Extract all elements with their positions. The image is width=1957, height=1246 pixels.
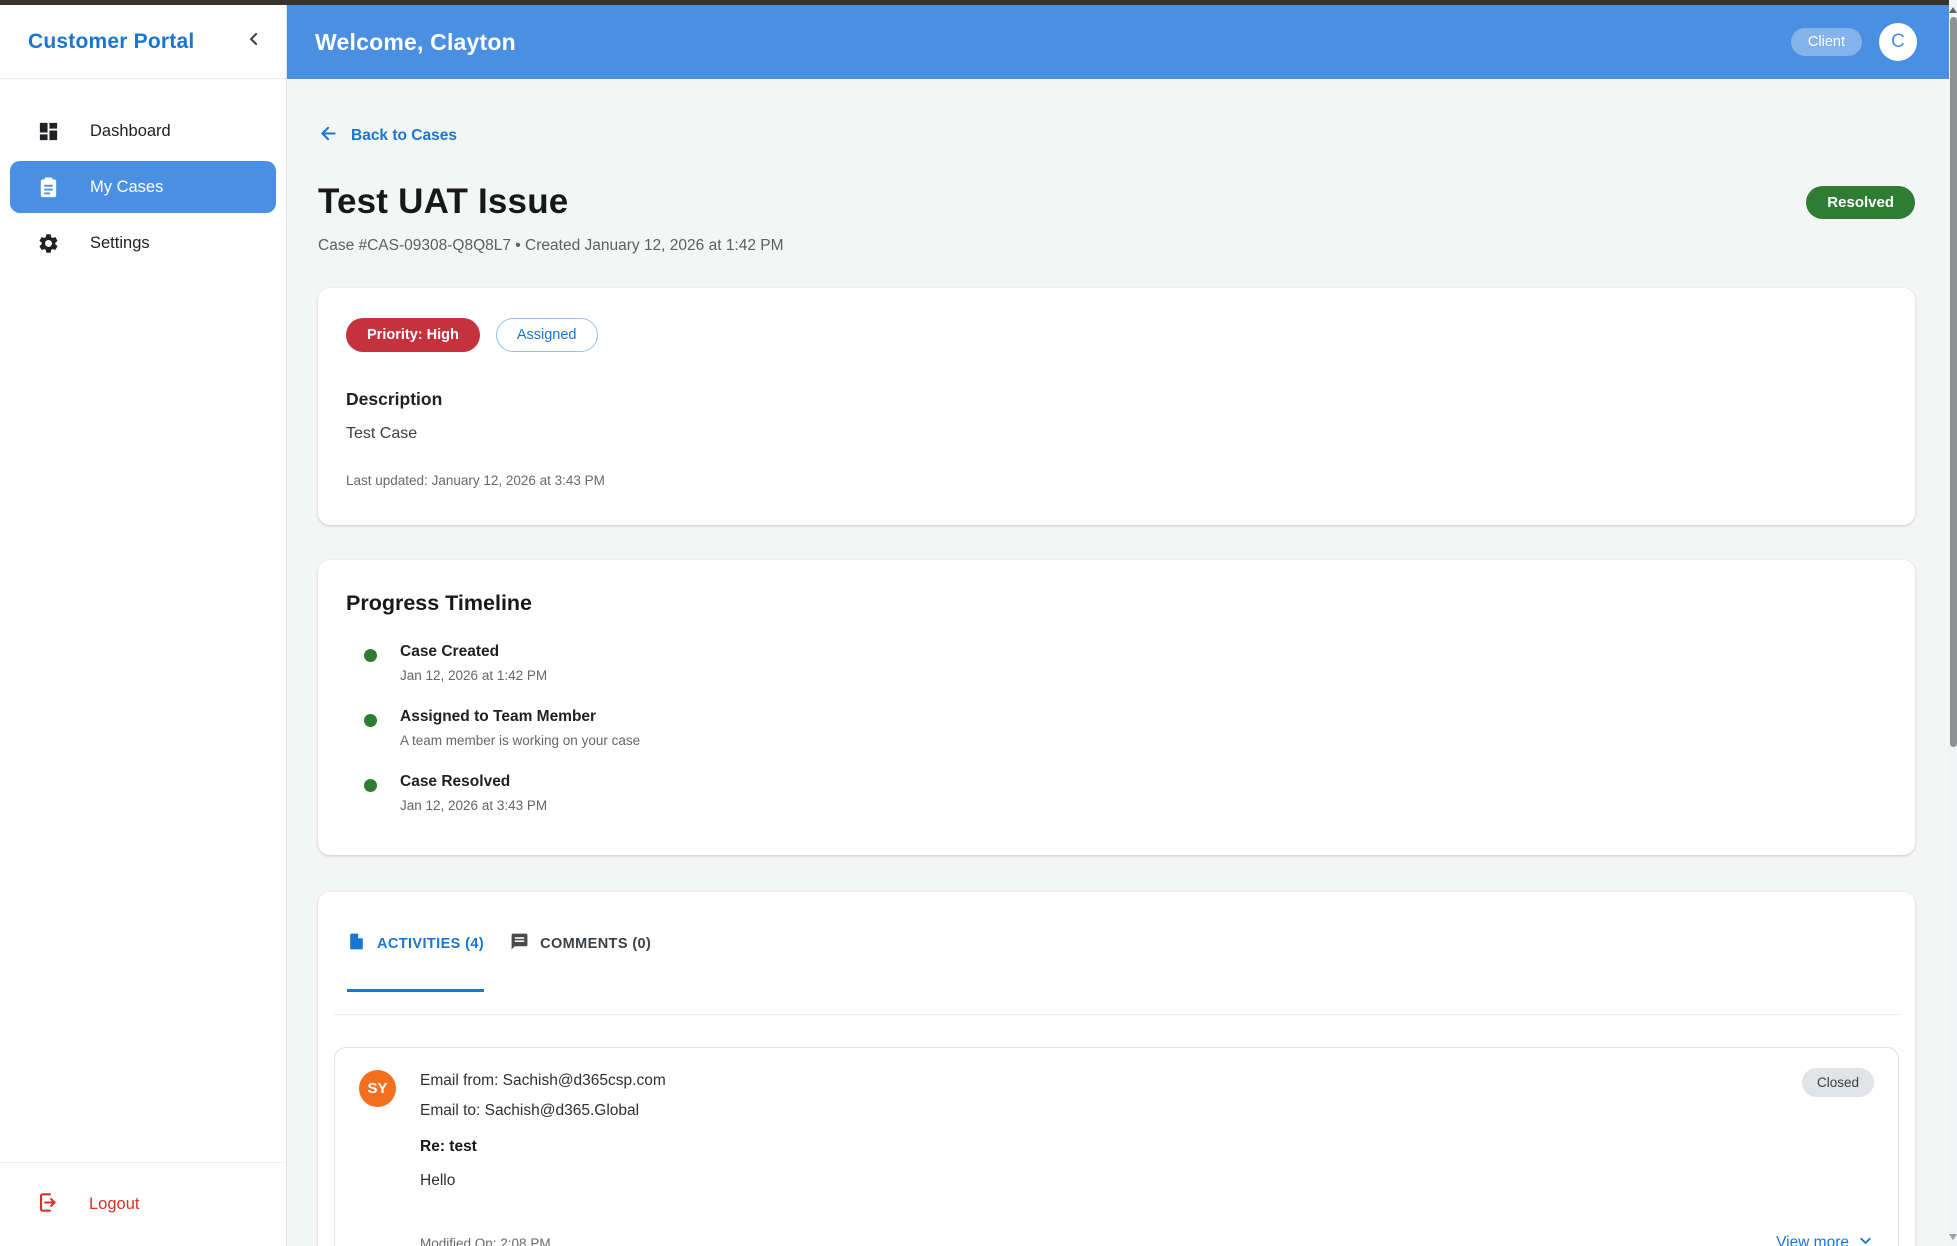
timeline-event-text: Case Created Jan 12, 2026 at 1:42 PM [400, 643, 547, 683]
back-to-cases-link[interactable]: Back to Cases [318, 123, 457, 149]
activity-body: Hello [420, 1172, 1874, 1190]
tab-label: ACTIVITIES (4) [377, 936, 484, 952]
timeline-event: Assigned to Team Member A team member is… [364, 708, 1887, 748]
user-avatar[interactable]: C [1879, 23, 1917, 61]
activity-email-to: Email to: Sachish@d365.Global [420, 1102, 1874, 1120]
case-meta: Case #CAS-09308-Q8Q8L7 • Created January… [318, 237, 1915, 255]
role-badge: Client [1791, 28, 1862, 56]
chevron-down-icon [1857, 1232, 1874, 1246]
case-details-card: Priority: High Assigned Description Test… [318, 288, 1915, 525]
logout-label: Logout [89, 1195, 139, 1214]
activity-content: Email from: Sachish@d365csp.com Email to… [420, 1070, 1874, 1246]
sidebar-item-label: Dashboard [90, 122, 171, 141]
activity-modified-on: Modified On: 2:08 PM [420, 1236, 551, 1246]
assigned-chip: Assigned [496, 318, 598, 352]
timeline-event-subtitle: Jan 12, 2026 at 1:42 PM [400, 668, 547, 683]
arrow-left-icon [318, 123, 339, 149]
sidebar-nav: Dashboard My Cases Set [0, 79, 286, 269]
activities-card: ACTIVITIES (4) COMMENTS (0) SY [318, 892, 1915, 1246]
page-title: Test UAT Issue [318, 182, 568, 222]
timeline-event-title: Case Resolved [400, 773, 547, 791]
timeline-event: Case Resolved Jan 12, 2026 at 3:43 PM [364, 773, 1887, 813]
back-link-label: Back to Cases [351, 127, 457, 145]
timeline-event-text: Case Resolved Jan 12, 2026 at 3:43 PM [400, 773, 547, 813]
timeline-dot-icon [364, 779, 377, 792]
clipboard-icon [36, 175, 60, 199]
timeline-dot-icon [364, 649, 377, 662]
customer-portal-app: Customer Portal Dashboard [0, 0, 1957, 1246]
timeline-heading: Progress Timeline [346, 591, 1887, 616]
sidebar: Customer Portal Dashboard [0, 5, 287, 1246]
main-content: Back to Cases Test UAT Issue Resolved Ca… [287, 79, 1949, 1246]
welcome-text: Welcome, Clayton [315, 29, 516, 56]
tabs-divider [334, 1014, 1899, 1015]
timeline: Case Created Jan 12, 2026 at 1:42 PM Ass… [346, 643, 1887, 813]
timeline-event-title: Assigned to Team Member [400, 708, 640, 726]
activity-email-from: Email from: Sachish@d365csp.com [420, 1072, 1874, 1090]
priority-badge: Priority: High [346, 318, 480, 352]
view-more-link[interactable]: View more [1776, 1232, 1874, 1246]
activity-subject: Re: test [420, 1138, 1874, 1156]
tabs-bar: ACTIVITIES (4) COMMENTS (0) [334, 932, 1899, 992]
activity-status-badge: Closed [1802, 1068, 1874, 1097]
timeline-event-text: Assigned to Team Member A team member is… [400, 708, 640, 748]
sidebar-item-my-cases[interactable]: My Cases [10, 161, 276, 213]
vertical-scrollbar[interactable] [1949, 0, 1957, 1246]
status-badge: Resolved [1806, 186, 1915, 219]
tab-label: COMMENTS (0) [540, 936, 651, 952]
view-more-label: View more [1776, 1234, 1849, 1246]
dashboard-grid-icon [36, 119, 60, 143]
gear-icon [36, 231, 60, 255]
scrollbar-up-arrow-icon[interactable] [1949, 7, 1957, 13]
document-icon [347, 932, 366, 955]
progress-timeline-card: Progress Timeline Case Created Jan 12, 2… [318, 560, 1915, 855]
timeline-dot-icon [364, 714, 377, 727]
header-right: Client C [1791, 23, 1917, 61]
timeline-event-subtitle: A team member is working on your case [400, 733, 640, 748]
sidebar-item-dashboard[interactable]: Dashboard [10, 105, 276, 157]
logout-button[interactable]: Logout [0, 1162, 286, 1246]
window-top-edge [0, 0, 1949, 5]
activity-footer: Modified On: 2:08 PM View more [420, 1232, 1874, 1246]
timeline-event: Case Created Jan 12, 2026 at 1:42 PM [364, 643, 1887, 683]
timeline-event-title: Case Created [400, 643, 547, 661]
chevron-left-icon [244, 29, 264, 54]
activity-avatar: SY [359, 1070, 396, 1107]
sidebar-header: Customer Portal [0, 5, 286, 79]
scrollbar-thumb[interactable] [1950, 17, 1957, 747]
badges-row: Priority: High Assigned [346, 318, 1887, 352]
tab-comments[interactable]: COMMENTS (0) [510, 932, 651, 992]
chat-bubble-icon [510, 932, 529, 955]
description-heading: Description [346, 389, 1887, 410]
logout-icon [36, 1191, 59, 1219]
title-row: Test UAT Issue Resolved [318, 182, 1915, 222]
activity-item: SY Email from: Sachish@d365csp.com Email… [334, 1047, 1899, 1246]
scrollbar-down-arrow-icon[interactable] [1949, 1234, 1957, 1240]
sidebar-item-settings[interactable]: Settings [10, 217, 276, 269]
sidebar-collapse-button[interactable] [244, 29, 264, 54]
timeline-event-subtitle: Jan 12, 2026 at 3:43 PM [400, 798, 547, 813]
description-body: Test Case [346, 425, 1887, 443]
top-header-bar: Welcome, Clayton Client C [287, 5, 1949, 79]
last-updated-text: Last updated: January 12, 2026 at 3:43 P… [346, 473, 1887, 488]
sidebar-item-label: Settings [90, 234, 150, 253]
sidebar-item-label: My Cases [90, 178, 163, 197]
tab-activities[interactable]: ACTIVITIES (4) [347, 932, 484, 992]
app-title: Customer Portal [28, 30, 194, 54]
